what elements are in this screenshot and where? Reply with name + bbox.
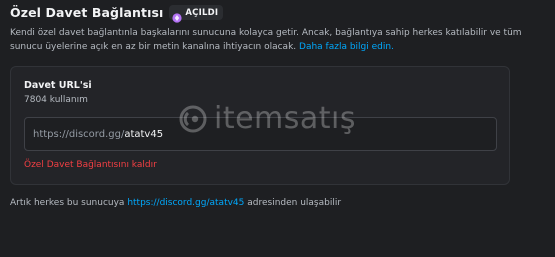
vanity-code[interactable]: atatv45 bbox=[124, 129, 163, 140]
boost-gem-icon bbox=[172, 8, 183, 23]
section-description: Kendi özel davet bağlantınla başkalarını… bbox=[10, 26, 530, 54]
vanity-url-input[interactable]: https://discord.gg/atatv45 bbox=[24, 117, 497, 151]
section-header: Özel Davet Bağlantısı AÇILDI bbox=[10, 5, 224, 23]
vanity-url-settings-page: Özel Davet Bağlantısı AÇILDI Kendi özel … bbox=[0, 0, 555, 257]
unlocked-badge: AÇILDI bbox=[169, 5, 224, 23]
access-note-before: Artık herkes bu sunucuya bbox=[10, 198, 128, 208]
remove-vanity-url-link[interactable]: Özel Davet Bağlantısını kaldır bbox=[24, 160, 157, 170]
description-text: Kendi özel davet bağlantınla başkalarını… bbox=[10, 28, 522, 52]
access-note-after: adresinden ulaşabilir bbox=[244, 198, 342, 208]
access-note: Artık herkes bu sunucuya https://discord… bbox=[10, 198, 341, 208]
learn-more-link[interactable]: Daha fazla bilgi edin. bbox=[299, 42, 394, 52]
vanity-url-link[interactable]: https://discord.gg/atatv45 bbox=[127, 198, 244, 208]
section-title: Özel Davet Bağlantısı bbox=[10, 5, 164, 20]
invite-url-label: Davet URL'si bbox=[24, 80, 92, 91]
invite-url-card: Davet URL'si 7804 kullanım https://disco… bbox=[10, 66, 510, 185]
invite-uses-count: 7804 kullanım bbox=[24, 95, 88, 105]
badge-label: AÇILDI bbox=[185, 7, 219, 18]
url-prefix: https://discord.gg/ bbox=[33, 128, 125, 140]
